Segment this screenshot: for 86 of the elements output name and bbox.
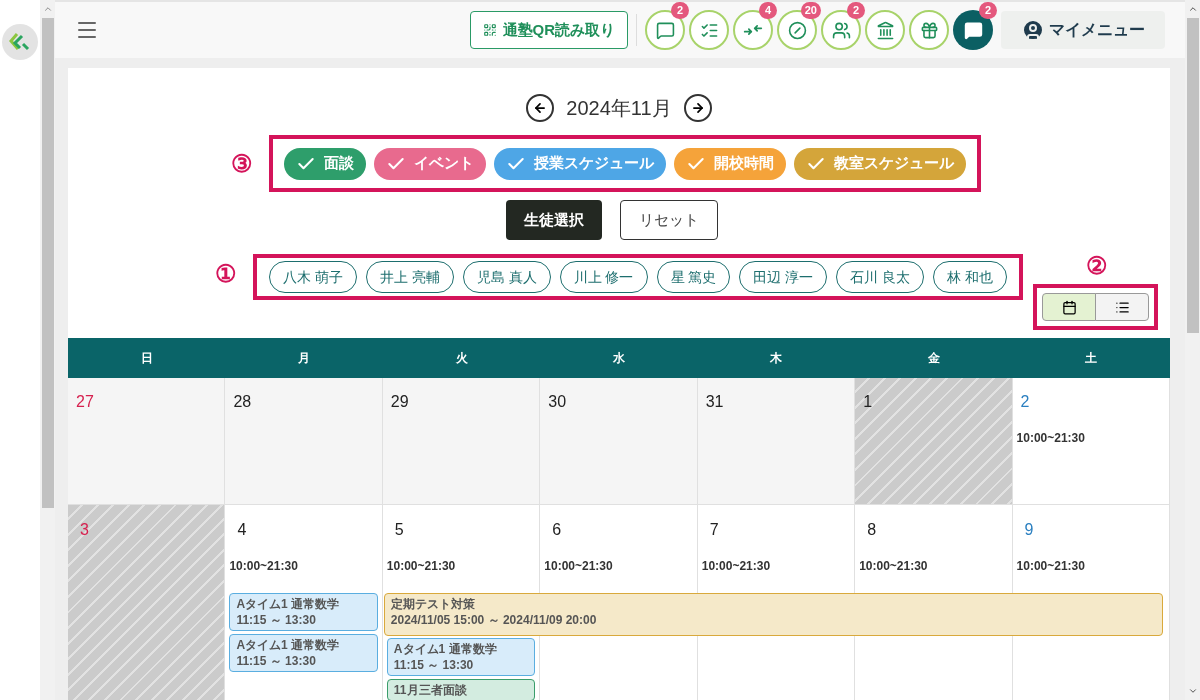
previous-month-button[interactable] <box>526 94 555 122</box>
scroll-down-icon[interactable] <box>1187 686 1198 696</box>
next-month-button[interactable] <box>683 94 712 122</box>
app-logo[interactable] <box>2 24 38 60</box>
filter-chip[interactable]: 面談 <box>284 147 366 180</box>
weekday-label: 土 <box>1084 350 1099 367</box>
day-number: 9 <box>1024 520 1034 540</box>
event-card[interactable]: Aタイム1 通常数学 11:15 ～ 13:30 <box>229 593 378 631</box>
day-number: 7 <box>709 520 719 540</box>
weekday-label: 月 <box>297 350 312 367</box>
event-card[interactable]: Aタイム1 通常数学 11:15 ～ 13:30 <box>386 638 536 676</box>
blocked-icon <box>787 20 807 40</box>
calendar-icon <box>1061 299 1077 315</box>
event-title: Aタイム1 通常数学 <box>236 637 341 653</box>
student-chip[interactable]: 井上 亮輔 <box>365 261 454 293</box>
scroll-up-icon[interactable] <box>1187 4 1198 14</box>
opening-hours: 10:00~21:30 <box>386 558 456 574</box>
scroll-up-icon[interactable] <box>42 4 53 14</box>
annotation-number: ① <box>214 259 237 289</box>
badge: 4 <box>759 2 777 19</box>
chat-icon <box>963 20 983 40</box>
opening-hours: 10:00~21:30 <box>1016 558 1085 574</box>
annotation-number: ② <box>1086 251 1108 281</box>
student-chip[interactable]: 星 篤史 <box>656 261 731 293</box>
user-icon <box>1021 18 1045 42</box>
event-time: 11:15 ～ 13:30 <box>236 612 317 628</box>
building-icon <box>875 20 895 40</box>
arrow-left-icon <box>533 101 548 115</box>
view-toggle-button[interactable] <box>1042 293 1096 321</box>
list-icon <box>1114 299 1130 315</box>
event-time: 11:15 ～ 13:30 <box>236 653 317 669</box>
opening-hours: 10:00~21:30 <box>701 558 771 574</box>
student-chip[interactable]: 川上 修一 <box>559 261 648 293</box>
opening-hours: 10:00~21:30 <box>859 558 928 574</box>
day-number: 8 <box>867 520 877 540</box>
student-chip[interactable]: 児島 真人 <box>462 261 551 293</box>
day-number: 6 <box>552 520 562 540</box>
qr-code-icon <box>482 23 497 37</box>
weekday-label: 火 <box>454 350 469 367</box>
event-title: 11月三者面談 <box>393 682 468 698</box>
day-number: 4 <box>237 520 247 540</box>
day-number: 31 <box>705 392 724 412</box>
event-card[interactable]: 11月三者面談 <box>386 679 536 700</box>
student-chip[interactable]: 石川 良太 <box>836 261 925 293</box>
day-number: 1 <box>863 392 873 412</box>
qr-scan-button[interactable]: 通塾QR読み取り <box>469 11 628 49</box>
toolbar-button[interactable] <box>865 10 905 50</box>
my-menu-button[interactable]: マイメニュー <box>1001 11 1165 49</box>
day-number: 2 <box>1020 392 1030 412</box>
weekday-label: 金 <box>926 350 941 367</box>
day-number: 5 <box>394 520 404 540</box>
day-number: 29 <box>390 392 409 412</box>
arrow-right-icon <box>690 101 705 115</box>
student-chip[interactable]: 田辺 淳一 <box>739 261 828 293</box>
day-number: 28 <box>233 392 252 412</box>
student-chip[interactable]: 八木 萌子 <box>268 261 357 293</box>
event-title: 定期テスト対策 <box>390 596 476 612</box>
month-title: 2024年11月 <box>566 96 672 121</box>
event-card[interactable]: Aタイム1 通常数学 11:15 ～ 13:30 <box>229 634 378 672</box>
event-title: Aタイム1 通常数学 <box>393 641 498 657</box>
badge: 2 <box>847 2 865 19</box>
message-icon <box>655 20 675 40</box>
day-number: 30 <box>548 392 567 412</box>
group-icon <box>831 20 851 40</box>
student-select-button[interactable]: 生徒選択 <box>506 200 602 240</box>
event-banner[interactable]: 定期テスト対策 2024/11/05 15:00 ～ 2024/11/09 20:00 <box>383 593 1163 636</box>
gift-icon <box>919 20 939 40</box>
view-toggle-button[interactable] <box>1095 293 1149 321</box>
student-chip[interactable]: 林 和也 <box>933 261 1008 293</box>
opening-hours: 10:00~21:30 <box>544 558 613 574</box>
badge: 2 <box>671 2 689 19</box>
toolbar-button[interactable] <box>909 10 949 50</box>
opening-hours: 10:00~21:30 <box>1016 430 1085 446</box>
event-time: 11:15 ～ 13:30 <box>393 657 475 673</box>
reset-button[interactable]: リセット <box>620 200 718 240</box>
badge: 2 <box>979 2 997 19</box>
opening-hours: 10:00~21:30 <box>229 558 298 574</box>
event-title: Aタイム1 通常数学 <box>236 596 341 612</box>
day-number: 27 <box>76 392 94 412</box>
weekday-label: 水 <box>612 350 626 367</box>
badge: 20 <box>800 2 821 19</box>
event-time: 2024/11/05 15:00 ～ 2024/11/09 20:00 <box>390 612 598 628</box>
weekday-label: 日 <box>139 350 154 367</box>
day-number: 3 <box>80 520 89 540</box>
weekday-label: 木 <box>769 350 784 367</box>
annotation-number: ③ <box>231 148 253 179</box>
